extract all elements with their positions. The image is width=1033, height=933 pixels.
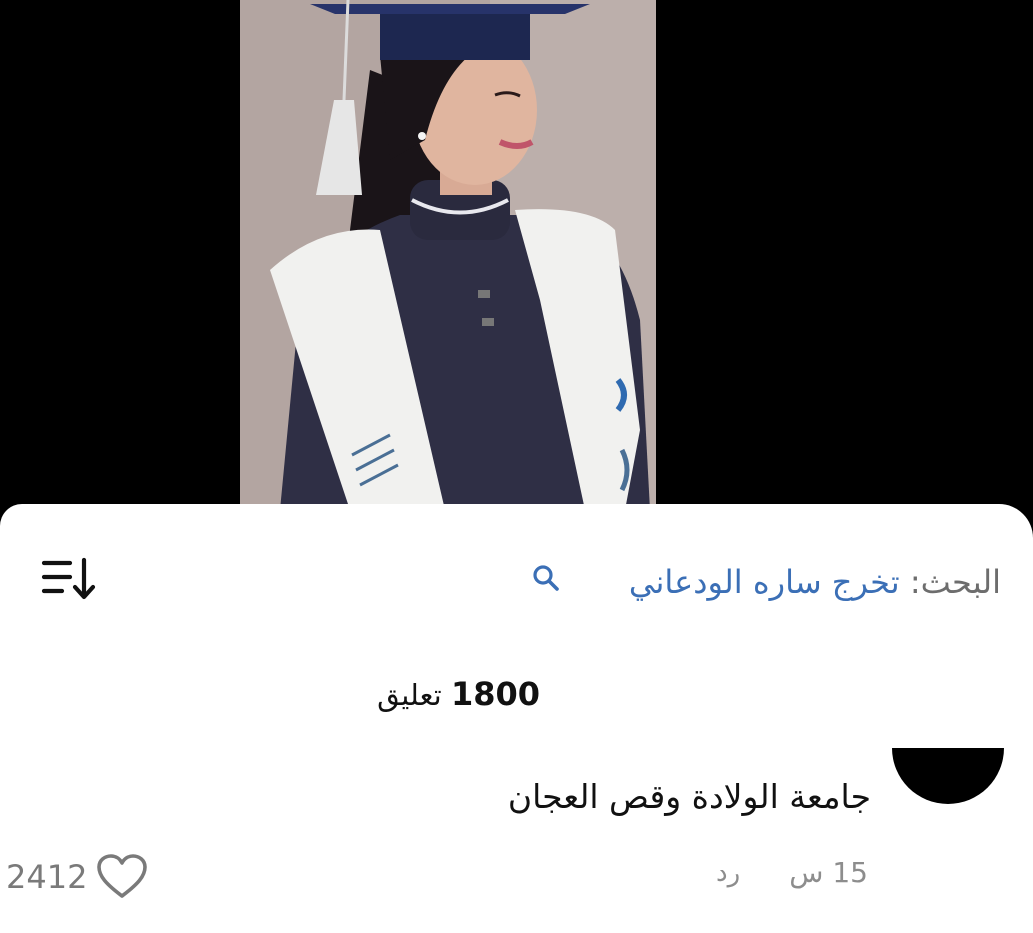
- search-query[interactable]: تخرج ساره الودعاني: [629, 563, 900, 601]
- graduation-photo: [240, 0, 656, 510]
- search-label[interactable]: البحث: تخرج ساره الودعاني: [629, 560, 1001, 604]
- media-area: [0, 0, 1033, 510]
- search-icon[interactable]: [530, 562, 564, 596]
- heart-icon[interactable]: [96, 854, 148, 900]
- like-control[interactable]: 2412: [0, 850, 160, 906]
- reply-button[interactable]: رد: [716, 858, 740, 888]
- comment-text: جامعة الولادة وقص العجان: [507, 777, 871, 816]
- comments-sheet: البحث: تخرج ساره الودعاني 1800 تعليق جام…: [0, 504, 1033, 933]
- search-bar[interactable]: البحث: تخرج ساره الودعاني: [0, 558, 1033, 608]
- like-count: 2412: [6, 858, 88, 896]
- search-prefix: البحث:: [909, 563, 1001, 601]
- sort-list-icon[interactable]: [40, 554, 98, 602]
- comment-count-label: تعليق: [377, 678, 442, 712]
- comment-count: 1800 تعليق: [330, 674, 540, 715]
- comment-count-number: 1800: [450, 675, 540, 713]
- avatar[interactable]: [892, 748, 1004, 804]
- graduation-illustration: [240, 0, 656, 510]
- comment-meta: 15 س رد: [700, 856, 880, 902]
- comment-time: 15 س: [789, 856, 868, 889]
